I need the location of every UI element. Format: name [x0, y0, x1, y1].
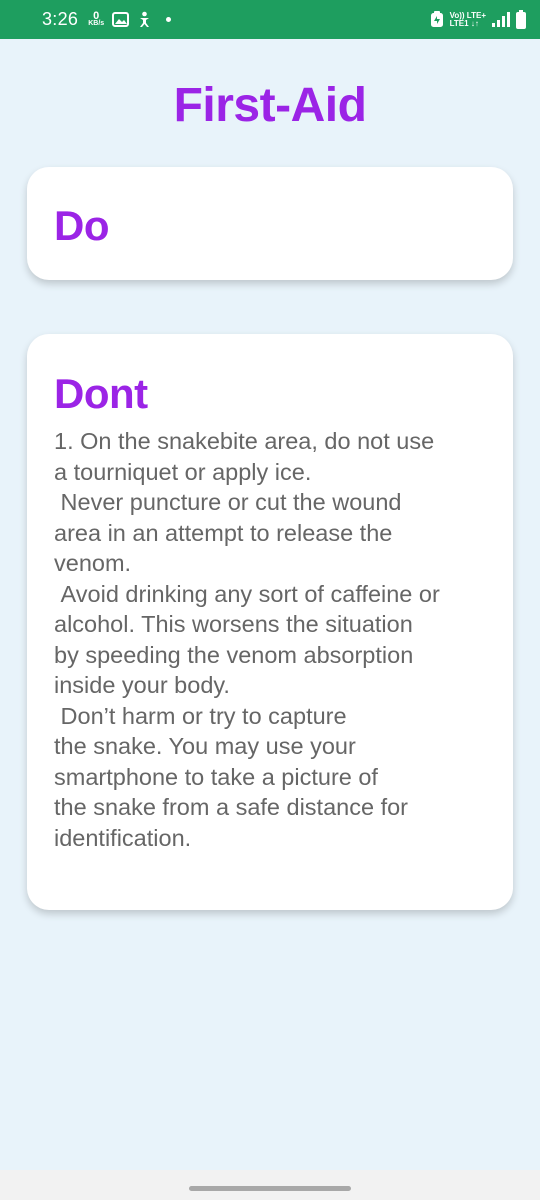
dont-card-body: 1. On the snakebite area, do not use a t… [54, 428, 440, 851]
gesture-nav-bar [0, 1170, 540, 1200]
do-card[interactable]: Do [27, 167, 513, 280]
page-title: First-Aid [173, 79, 367, 132]
home-indicator[interactable] [189, 1186, 351, 1191]
accessibility-icon [137, 11, 152, 28]
net-speed-value: 0 [93, 9, 100, 22]
net-speed-unit: KB/s [88, 19, 105, 27]
app-screen: 3:26 0 KB/s Vo)) LTE+ LTE1 ↓↑ First-Aid … [0, 0, 540, 1200]
dot-icon [166, 17, 172, 22]
image-icon [112, 12, 130, 27]
status-time: 3:26 [42, 9, 79, 29]
dont-card[interactable]: Dont 1. On the snakebite area, do not us… [27, 334, 513, 910]
status-left: 3:26 0 KB/s [42, 9, 172, 30]
network-type-indicator: Vo)) LTE+ LTE1 ↓↑ [449, 11, 486, 28]
dont-card-title: Dont [54, 370, 148, 417]
battery-icon [516, 10, 526, 29]
status-bar: 3:26 0 KB/s Vo)) LTE+ LTE1 ↓↑ [0, 0, 540, 39]
battery-saver-icon [430, 11, 444, 28]
lte-label: LTE1 ↓↑ [449, 18, 479, 28]
signal-icon [492, 12, 510, 27]
status-right: Vo)) LTE+ LTE1 ↓↑ [430, 10, 526, 29]
do-card-title: Do [54, 202, 110, 249]
net-speed-indicator: 0 KB/s [88, 9, 105, 28]
